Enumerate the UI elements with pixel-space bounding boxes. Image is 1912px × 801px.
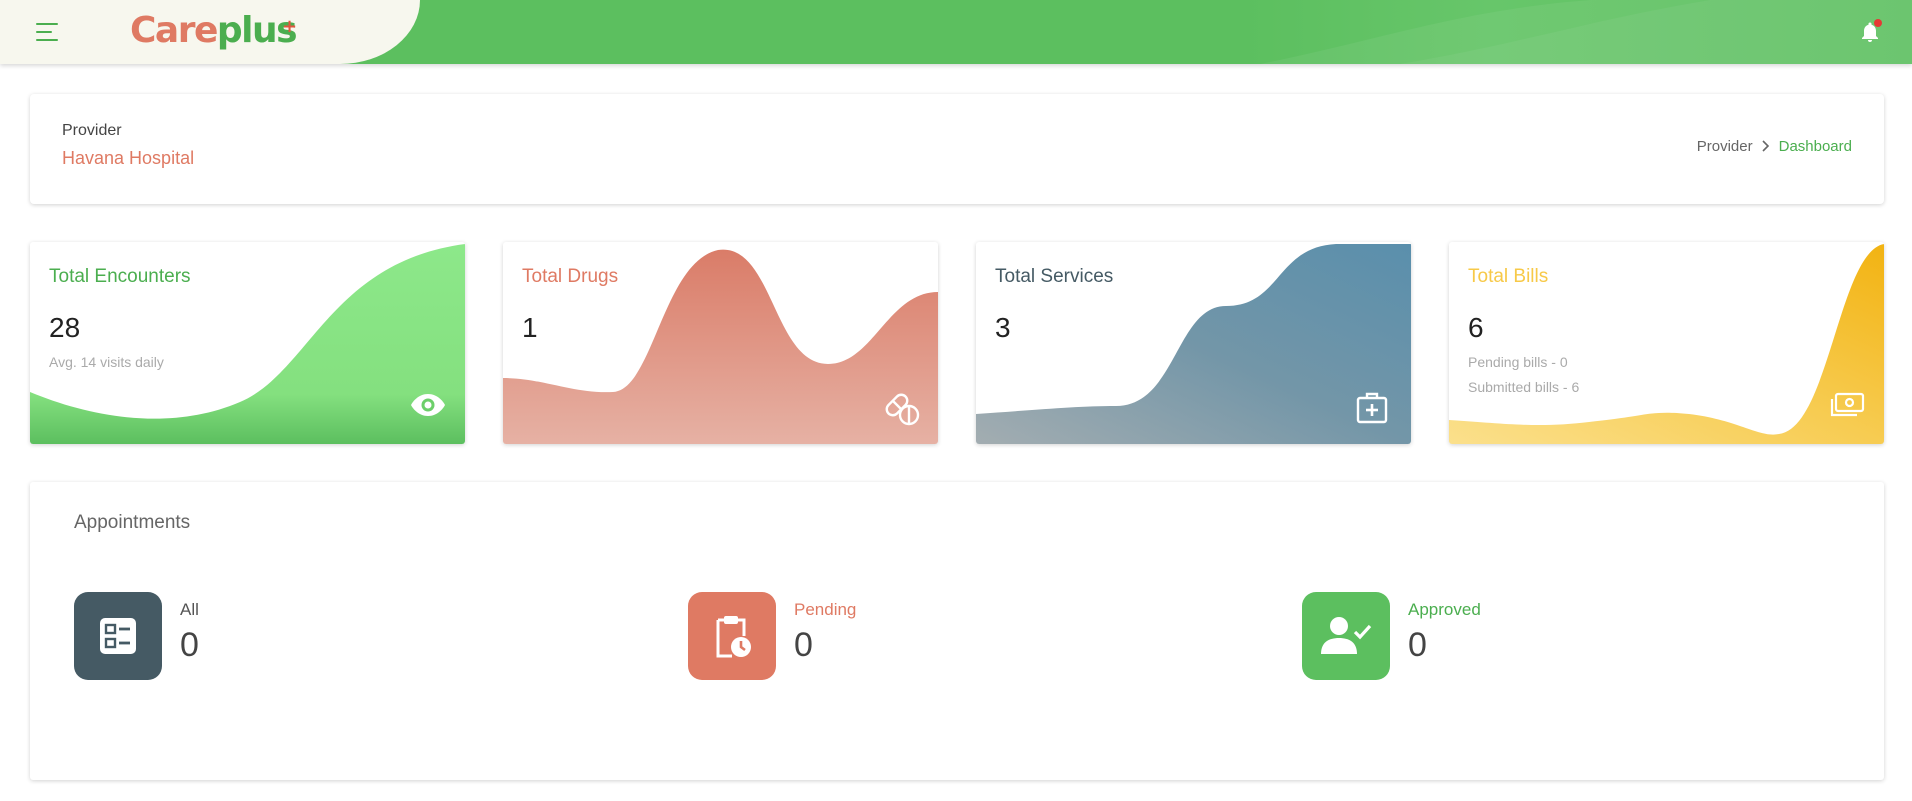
stat-title: Total Bills (1468, 266, 1549, 287)
logo-plus-mark: + (282, 16, 297, 37)
stat-card-bills[interactable]: Total Bills 6 Pending bills - 0 Submitte… (1449, 242, 1884, 444)
stat-title: Total Encounters (49, 266, 191, 287)
eye-icon (410, 392, 450, 432)
stat-subtext-pending: Pending bills - 0 (1468, 354, 1568, 370)
stat-title: Total Services (995, 266, 1114, 287)
appointment-label: All (180, 600, 199, 619)
careplus-logo[interactable]: Careplus + (130, 9, 298, 53)
breadcrumb: Provider Dashboard (1697, 138, 1852, 155)
stat-title: Total Drugs (522, 266, 619, 287)
list-icon (74, 592, 162, 680)
menu-icon[interactable] (36, 18, 68, 46)
chevron-right-icon (1761, 139, 1771, 155)
logo-text-care: Care (130, 10, 218, 51)
breadcrumb-provider[interactable]: Provider (1697, 138, 1753, 155)
stat-card-encounters[interactable]: Total Encounters 28 Avg. 14 visits daily (30, 242, 465, 444)
brand-area: Careplus + (0, 0, 420, 64)
stat-count: 3 (995, 312, 1011, 343)
clipboard-clock-icon (688, 592, 776, 680)
appointment-label: Pending (794, 600, 857, 619)
stat-card-drugs[interactable]: Total Drugs 1 (503, 242, 938, 444)
medical-kit-icon (1354, 390, 1394, 430)
provider-name: Havana Hospital (62, 148, 195, 168)
breadcrumb-dashboard[interactable]: Dashboard (1779, 138, 1852, 155)
appointment-label: Approved (1408, 600, 1481, 619)
appointment-count: 0 (1408, 626, 1427, 664)
appointment-count: 0 (794, 626, 813, 664)
appointments-title: Appointments (74, 512, 191, 533)
provider-label: Provider (62, 122, 122, 139)
stat-subtext-submitted: Submitted bills - 6 (1468, 379, 1580, 395)
pills-icon (881, 387, 921, 427)
stat-subtext: Avg. 14 visits daily (49, 354, 164, 370)
money-icon (1829, 392, 1869, 432)
user-check-icon (1302, 592, 1390, 680)
stat-count: 28 (49, 312, 81, 343)
stat-card-services[interactable]: Total Services 3 (976, 242, 1411, 444)
top-bar: Careplus + (0, 0, 1912, 64)
provider-header-card: Provider Havana Hospital Provider Dashbo… (30, 94, 1884, 204)
stat-count: 6 (1468, 312, 1484, 343)
topbar-decoration (1260, 0, 1912, 64)
notification-bell-icon[interactable] (1858, 19, 1882, 44)
appointments-card: Appointments All 0 Pending 0 Approved 0 (30, 482, 1884, 780)
stat-count: 1 (522, 312, 538, 343)
appointment-count: 0 (180, 626, 199, 664)
notification-dot (1874, 19, 1882, 27)
